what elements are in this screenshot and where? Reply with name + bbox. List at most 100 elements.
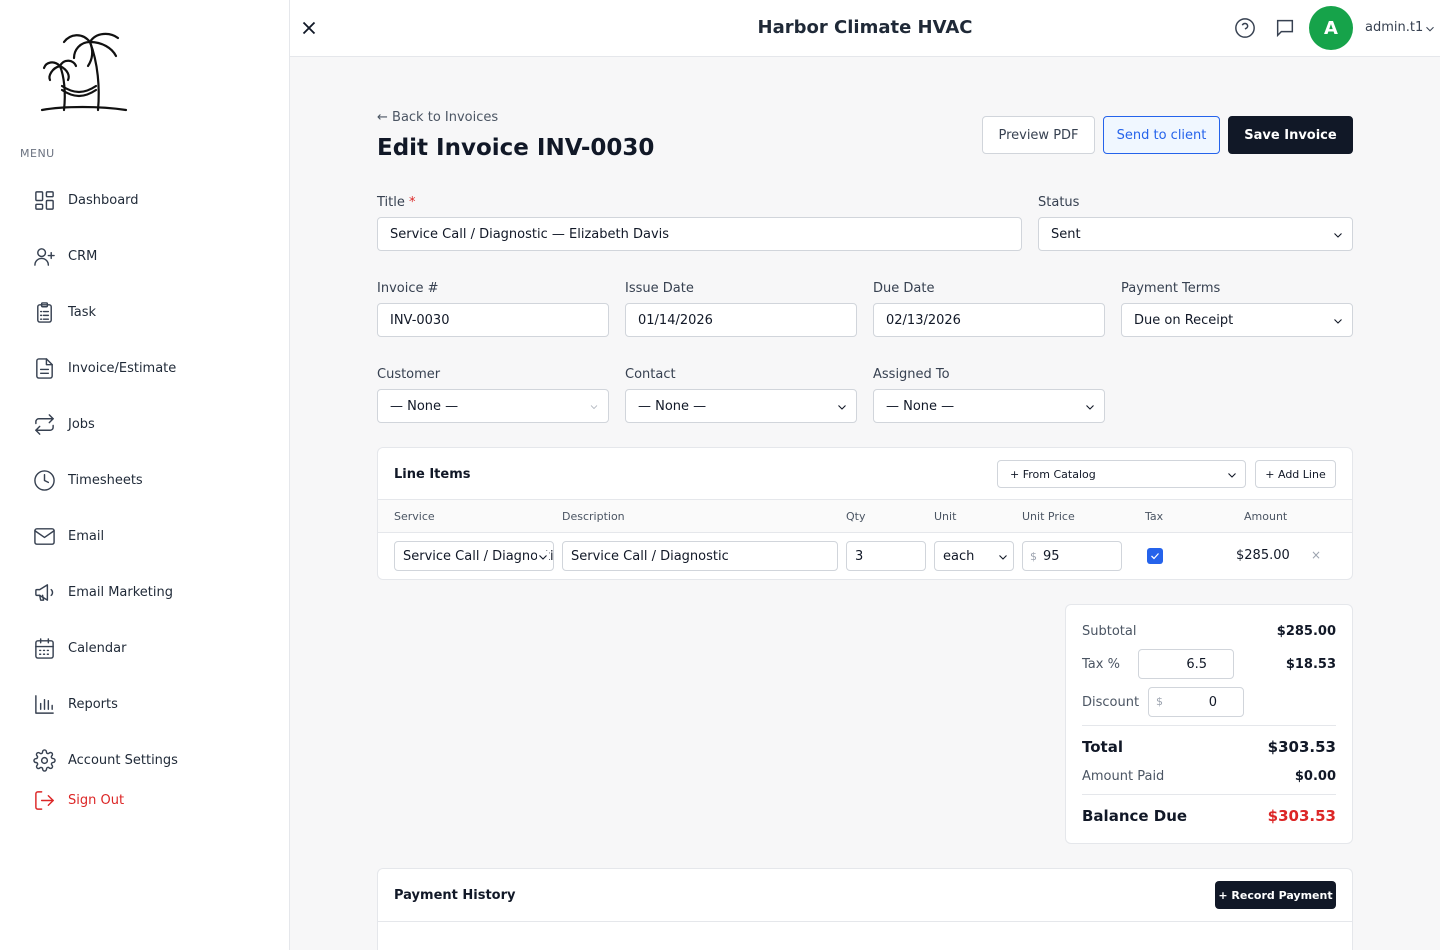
tax-rate-label: Tax %	[1082, 657, 1120, 672]
status-select[interactable]: Sent	[1038, 217, 1353, 251]
payment-terms-select[interactable]: Due on Receipt	[1121, 303, 1353, 337]
sidebar-item-calendar[interactable]: Calendar	[32, 634, 126, 662]
sidebar-item-label: Reports	[68, 696, 118, 712]
send-to-client-button[interactable]: Send to client	[1103, 116, 1220, 154]
discount-label: Discount	[1082, 695, 1140, 710]
service-value: Service Call / Diagnostic	[403, 548, 554, 564]
payment-history-card	[377, 868, 1353, 950]
sidebar-item-invoice-estimate[interactable]: Invoice/Estimate	[32, 354, 176, 382]
contact-label: Contact	[625, 367, 676, 382]
chevron-down-icon	[537, 551, 549, 563]
sidebar-item-email[interactable]: Email	[32, 522, 104, 550]
clock-icon	[32, 468, 56, 492]
balance-due-value: $303.53	[1267, 807, 1336, 825]
assigned-to-select[interactable]: — None —	[873, 389, 1105, 423]
tax-rate-input[interactable]: 6.5	[1138, 649, 1234, 679]
chevron-down-icon	[588, 401, 600, 413]
chevron-down-icon	[1332, 229, 1344, 241]
amount-paid-label: Amount Paid	[1082, 769, 1165, 784]
required-marker: *	[409, 195, 416, 210]
payment-terms-value: Due on Receipt	[1134, 312, 1234, 328]
customer-select[interactable]: — None —	[377, 389, 609, 423]
column-header-description: Description	[562, 510, 625, 523]
payment-history-title: Payment History	[394, 888, 516, 903]
logout-icon	[32, 788, 56, 812]
avatar[interactable]: A	[1309, 6, 1353, 50]
discount-input[interactable]: $ 0	[1148, 687, 1244, 717]
clipboard-icon	[32, 300, 56, 324]
chevron-down-icon	[1226, 469, 1238, 481]
currency-symbol: $	[1156, 695, 1163, 708]
sidebar-item-label: Calendar	[68, 640, 127, 656]
sign-out-button[interactable]: Sign Out	[32, 786, 124, 814]
from-catalog-select[interactable]: + From Catalog	[997, 460, 1246, 488]
status-value: Sent	[1051, 226, 1081, 242]
tax-checkbox[interactable]	[1147, 548, 1163, 564]
sidebar-item-jobs[interactable]: Jobs	[32, 410, 95, 438]
subtotal-value: $285.00	[1276, 624, 1336, 639]
page-title: Edit Invoice INV-0030	[377, 135, 655, 161]
unit-price-input[interactable]: $ 95	[1022, 541, 1122, 571]
help-circle-icon[interactable]	[1234, 17, 1256, 39]
invoice-number-input[interactable]: INV-0030	[377, 303, 609, 337]
column-header-unit-price: Unit Price	[1022, 510, 1075, 523]
divider	[378, 921, 1352, 922]
due-date-input[interactable]: 02/13/2026	[873, 303, 1105, 337]
sidebar-item-email-marketing[interactable]: Email Marketing	[32, 578, 173, 606]
user-plus-icon	[32, 244, 56, 268]
chevron-down-icon[interactable]	[1423, 22, 1437, 36]
chat-bubble-icon[interactable]	[1274, 17, 1296, 39]
contact-select[interactable]: — None —	[625, 389, 857, 423]
sidebar-item-crm[interactable]: CRM	[32, 242, 97, 270]
sidebar-item-label: Dashboard	[68, 192, 139, 208]
currency-symbol: $	[1030, 550, 1037, 563]
app-title: Harbor Climate HVAC	[757, 17, 973, 38]
grid-icon	[32, 188, 56, 212]
payment-terms-label: Payment Terms	[1121, 281, 1221, 296]
user-name[interactable]: admin.t1	[1365, 20, 1423, 35]
balance-due-label: Balance Due	[1082, 807, 1188, 825]
close-icon[interactable]	[298, 17, 320, 39]
issue-date-label: Issue Date	[625, 281, 694, 296]
remove-line-icon[interactable]: ×	[1311, 548, 1321, 562]
subtotal-label: Subtotal	[1082, 624, 1137, 639]
sidebar-item-label: Task	[68, 304, 97, 320]
sidebar-item-label: Jobs	[68, 416, 95, 432]
unit-select[interactable]: each	[934, 541, 1014, 571]
column-header-service: Service	[394, 510, 435, 523]
unit-value: each	[943, 548, 975, 564]
sidebar-item-label: Account Settings	[68, 752, 178, 768]
divider	[378, 532, 1352, 533]
sidebar-item-timesheets[interactable]: Timesheets	[32, 466, 143, 494]
calendar-icon	[32, 636, 56, 660]
from-catalog-label: + From Catalog	[1010, 467, 1096, 481]
description-input[interactable]: Service Call / Diagnostic	[562, 541, 838, 571]
issue-date-input[interactable]: 01/14/2026	[625, 303, 857, 337]
sidebar-item-account-settings[interactable]: Account Settings	[32, 746, 178, 774]
repeat-arrows-icon	[32, 412, 56, 436]
sidebar-item-dashboard[interactable]: Dashboard	[32, 186, 139, 214]
service-select[interactable]: Service Call / Diagnostic	[394, 541, 554, 571]
chevron-down-icon	[1332, 315, 1344, 327]
gear-icon	[32, 748, 56, 772]
back-to-invoices-link[interactable]: ← Back to Invoices	[377, 110, 498, 125]
title-input[interactable]: Service Call / Diagnostic — Elizabeth Da…	[377, 217, 1022, 251]
sidebar-item-label: Invoice/Estimate	[68, 360, 177, 376]
title-label: Title *	[377, 195, 416, 210]
chevron-down-icon	[836, 401, 848, 413]
sidebar-item-label: Email	[68, 528, 105, 544]
sidebar-item-label: Timesheets	[68, 472, 143, 488]
add-line-button[interactable]: + Add Line	[1255, 460, 1336, 488]
preview-pdf-button[interactable]: Preview PDF	[982, 116, 1095, 154]
record-payment-button[interactable]: + Record Payment	[1215, 881, 1336, 909]
divider	[1082, 725, 1336, 726]
document-icon	[32, 356, 56, 380]
divider	[1082, 794, 1336, 795]
sidebar-item-task[interactable]: Task	[32, 298, 96, 326]
sidebar-item-reports[interactable]: Reports	[32, 690, 118, 718]
sidebar-item-label: CRM	[68, 248, 98, 264]
qty-input[interactable]: 3	[846, 541, 926, 571]
palm-tree-logo-icon	[40, 28, 130, 114]
save-invoice-button[interactable]: Save Invoice	[1228, 116, 1353, 154]
assigned-to-value: — None —	[886, 398, 955, 414]
